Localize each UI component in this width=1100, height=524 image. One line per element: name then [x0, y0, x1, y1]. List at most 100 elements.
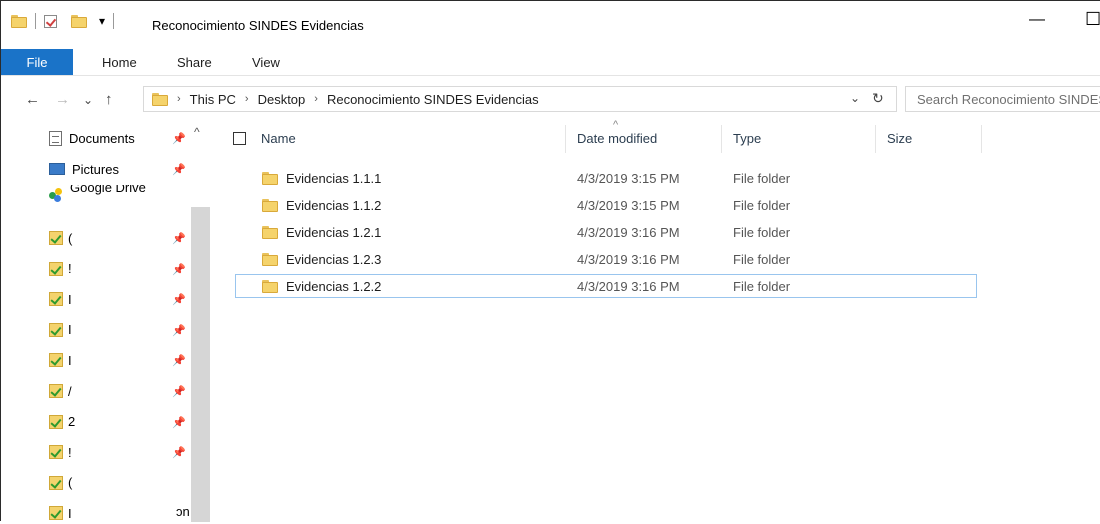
table-row[interactable]: Evidencias 1.1.1 4/3/2019 3:15 PM File f…	[235, 166, 977, 190]
maximize-button[interactable]: ☐	[1085, 9, 1100, 30]
nav-item-label: /	[68, 383, 72, 399]
new-folder-icon[interactable]	[71, 14, 87, 28]
back-button[interactable]: ←	[25, 91, 40, 108]
checked-folder-icon	[49, 231, 63, 245]
column-header-row: ^ Name Date modified Type Size	[219, 119, 1100, 155]
folder-icon	[262, 199, 278, 212]
nav-item-checked-folder[interactable]: I	[49, 288, 72, 310]
column-header-name[interactable]: Name	[261, 131, 296, 146]
nav-item-checked-folder[interactable]: !	[49, 441, 72, 463]
table-row[interactable]: Evidencias 1.1.2 4/3/2019 3:15 PM File f…	[235, 193, 977, 217]
nav-item-fragment: ɔn	[176, 504, 190, 519]
address-toolbar: ← → ⌄ ↑ › This PC › Desktop › Reconocimi…	[1, 85, 1100, 115]
breadcrumb-separator[interactable]: ›	[245, 93, 249, 105]
file-name: Evidencias 1.1.1	[286, 171, 382, 186]
column-header-size[interactable]: Size	[887, 131, 912, 146]
file-type: File folder	[733, 198, 791, 213]
checked-folder-icon	[49, 292, 63, 307]
checked-folder-icon	[49, 322, 63, 337]
breadcrumb-separator[interactable]: ›	[314, 93, 318, 105]
pin-icon: 📌	[172, 233, 186, 245]
recent-locations-button[interactable]: ⌄	[83, 93, 93, 107]
pin-icon: 📌	[172, 294, 186, 307]
minimize-button[interactable]: —	[1029, 11, 1045, 29]
nav-item-checked-folder[interactable]: (	[49, 227, 72, 249]
checked-folder-icon	[49, 353, 63, 368]
nav-item-checked-folder[interactable]: 2	[49, 411, 75, 433]
column-divider[interactable]	[721, 125, 722, 153]
pin-icon: 📌	[172, 416, 186, 429]
navigation-pane: ^ Documents 📌 Pictures 📌 Google Drive ( 📌…	[1, 121, 213, 522]
folder-icon[interactable]	[11, 14, 27, 28]
column-divider[interactable]	[565, 125, 566, 153]
nav-scrollbar-track[interactable]	[191, 207, 210, 522]
select-all-checkbox[interactable]	[233, 132, 246, 145]
file-type: File folder	[733, 171, 791, 186]
column-header-date-modified[interactable]: Date modified	[577, 131, 657, 146]
up-button[interactable]: ↑	[105, 91, 113, 108]
checked-folder-icon	[49, 506, 63, 521]
file-date: 4/3/2019 3:16 PM	[577, 252, 680, 267]
nav-item-checked-folder[interactable]: I	[49, 319, 72, 341]
pin-icon: 📌	[172, 447, 186, 460]
column-divider[interactable]	[875, 125, 876, 153]
window-title: Reconocimiento SINDES Evidencias	[152, 18, 364, 33]
breadcrumb-desktop[interactable]: Desktop	[258, 92, 306, 107]
column-divider[interactable]	[981, 125, 982, 153]
checked-folder-icon	[49, 414, 63, 429]
checked-folder-icon	[49, 384, 63, 398]
file-name: Evidencias 1.2.1	[286, 225, 382, 240]
file-name: Evidencias 1.1.2	[286, 198, 382, 213]
documents-icon	[49, 130, 62, 146]
pin-icon: 📌	[172, 386, 186, 398]
title-bar: ▾ Reconocimiento SINDES Evidencias — ☐	[1, 1, 1100, 43]
breadcrumb-this-pc[interactable]: This PC	[190, 92, 236, 107]
nav-item-label: (	[68, 475, 73, 491]
search-input[interactable]: Search Reconocimiento SINDES Evidencias	[905, 86, 1100, 112]
toolbar-divider	[113, 13, 115, 29]
nav-item-label: I	[68, 322, 72, 338]
pin-icon: 📌	[172, 133, 186, 145]
nav-item-checked-folder[interactable]: /	[49, 380, 72, 402]
nav-item-label: Documents	[69, 130, 135, 146]
file-name: Evidencias 1.2.2	[286, 279, 382, 294]
nav-item-label: (	[68, 230, 73, 246]
nav-item-label: I	[68, 505, 72, 521]
nav-item-label: Google Drive	[70, 185, 146, 195]
breadcrumb-current-folder[interactable]: Reconocimiento SINDES Evidencias	[327, 92, 539, 107]
nav-item-checked-folder[interactable]: (	[49, 472, 72, 494]
breadcrumb-separator: ›	[177, 93, 181, 105]
tab-home[interactable]: Home	[102, 49, 137, 75]
toolbar-divider	[35, 13, 36, 29]
column-header-type[interactable]: Type	[733, 131, 761, 146]
explorer-window: ▾ Reconocimiento SINDES Evidencias — ☐ F…	[0, 0, 1100, 522]
folder-icon	[262, 226, 278, 239]
table-row[interactable]: Evidencias 1.2.3 4/3/2019 3:16 PM File f…	[235, 247, 977, 271]
tab-share[interactable]: Share	[177, 49, 212, 75]
address-bar[interactable]: › This PC › Desktop › Reconocimiento SIN…	[143, 86, 897, 112]
nav-item-checked-folder[interactable]: I	[49, 349, 72, 371]
checked-folder-icon	[49, 475, 63, 490]
nav-item-pictures[interactable]: Pictures	[49, 158, 119, 180]
checked-folder-icon	[49, 261, 63, 276]
refresh-button[interactable]: ↻	[872, 90, 884, 107]
nav-item-google-drive[interactable]: Google Drive	[49, 185, 159, 205]
forward-button[interactable]: →	[55, 91, 70, 108]
pin-icon: 📌	[172, 324, 186, 337]
tab-file[interactable]: File	[1, 49, 73, 75]
file-date: 4/3/2019 3:16 PM	[577, 225, 680, 240]
address-dropdown-button[interactable]: ⌄	[850, 91, 860, 105]
nav-scroll-up-button[interactable]: ^	[194, 125, 200, 139]
table-row[interactable]: Evidencias 1.2.1 4/3/2019 3:16 PM File f…	[235, 220, 977, 244]
quick-access-toolbar: ▾	[11, 13, 115, 29]
file-type: File folder	[733, 225, 791, 240]
properties-icon[interactable]	[44, 14, 57, 28]
tab-view[interactable]: View	[252, 49, 280, 75]
nav-item-documents[interactable]: Documents	[49, 127, 135, 149]
nav-item-label: !	[68, 261, 72, 277]
table-row[interactable]: Evidencias 1.2.2 4/3/2019 3:16 PM File f…	[235, 274, 977, 298]
ribbon-tabs: File Home Share View	[1, 49, 1100, 76]
file-date: 4/3/2019 3:16 PM	[577, 279, 680, 294]
nav-item-checked-folder[interactable]: !	[49, 258, 72, 280]
customize-toolbar-dropdown-icon[interactable]: ▾	[99, 14, 105, 28]
